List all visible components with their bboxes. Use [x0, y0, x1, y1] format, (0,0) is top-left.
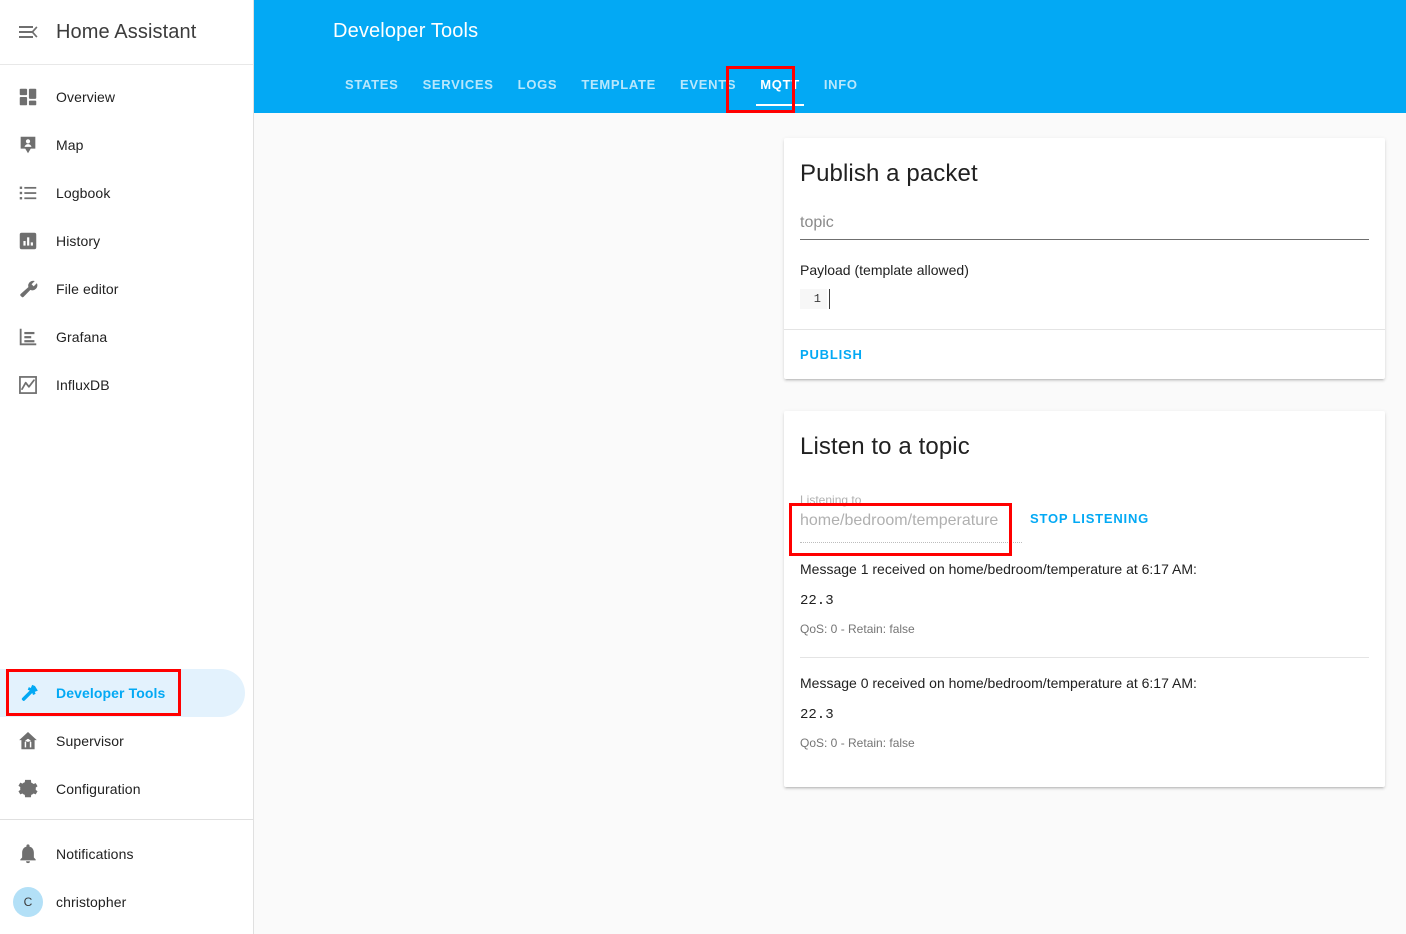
sidebar-nav: Overview Map Logbook History File editor… [0, 65, 253, 813]
app-toolbar: Developer Tools STATES SERVICES LOGS TEM… [254, 0, 1406, 113]
listen-card-title: Listen to a topic [800, 433, 970, 460]
avatar: C [0, 887, 56, 917]
listening-to-label: Listening to [800, 493, 862, 507]
topic-field [800, 214, 1369, 240]
sidebar-item-label: christopher [56, 894, 127, 910]
tab-logs[interactable]: LOGS [506, 64, 570, 106]
tab-bar: STATES SERVICES LOGS TEMPLATE EVENTS MQT… [254, 60, 1406, 106]
tab-states[interactable]: STATES [333, 64, 411, 106]
topic-input[interactable] [800, 214, 1369, 240]
sidebar-item-label: Configuration [56, 781, 141, 797]
tab-services[interactable]: SERVICES [411, 64, 506, 106]
sidebar-item-logbook[interactable]: Logbook [0, 169, 245, 217]
sidebar-item-configuration[interactable]: Configuration [0, 765, 245, 813]
listen-card-body: Listening to home/bedroom/temperature ST… [784, 491, 1385, 787]
sidebar-item-label: Notifications [56, 846, 134, 862]
message-payload: 22.3 [800, 707, 834, 723]
sidebar: Home Assistant Overview Map Logbook Hist… [0, 0, 254, 934]
message-item: Message 0 received on home/bedroom/tempe… [800, 657, 1369, 771]
payload-label: Payload (template allowed) [800, 262, 969, 278]
page-title: Developer Tools [333, 20, 479, 42]
sidebar-item-developer-tools[interactable]: Developer Tools [0, 669, 245, 717]
message-meta: QoS: 0 - Retain: false [800, 622, 915, 636]
cog-icon [0, 778, 56, 800]
wrench-icon [0, 278, 56, 300]
publish-button[interactable]: PUBLISH [792, 338, 871, 371]
stop-listening-button[interactable]: STOP LISTENING [1022, 511, 1149, 543]
sidebar-item-label: File editor [56, 281, 119, 297]
message-meta: QoS: 0 - Retain: false [800, 736, 915, 750]
map-marker-account-icon [0, 134, 56, 156]
sidebar-item-history[interactable]: History [0, 217, 245, 265]
message-item: Message 1 received on home/bedroom/tempe… [800, 561, 1369, 657]
chart-line-icon [0, 374, 56, 396]
message-list: Message 1 received on home/bedroom/tempe… [800, 561, 1369, 771]
app-title: Home Assistant [56, 20, 197, 43]
sidebar-item-map[interactable]: Map [0, 121, 245, 169]
listen-controls-row: Listening to home/bedroom/temperature ST… [800, 491, 1369, 543]
message-payload: 22.3 [800, 593, 834, 609]
sidebar-item-label: History [56, 233, 101, 249]
tab-events[interactable]: EVENTS [668, 64, 748, 106]
text-cursor [829, 289, 830, 309]
sidebar-item-file-editor[interactable]: File editor [0, 265, 245, 313]
listening-to-value: home/bedroom/temperature [800, 512, 999, 529]
listening-to-underline [800, 542, 1022, 543]
sidebar-item-influxdb[interactable]: InfluxDB [0, 361, 245, 409]
sidebar-item-label: Developer Tools [56, 685, 166, 701]
publish-card-title: Publish a packet [800, 160, 978, 187]
hammer-icon [0, 682, 56, 704]
chart-box-icon [0, 230, 56, 252]
payload-code-editor[interactable]: 1 [800, 289, 1369, 313]
sidebar-item-notifications[interactable]: Notifications [0, 830, 245, 878]
main-area: Developer Tools STATES SERVICES LOGS TEM… [254, 0, 1406, 934]
message-header: Message 1 received on home/bedroom/tempe… [800, 561, 1197, 577]
code-line-number: 1 [800, 289, 827, 309]
sidebar-item-supervisor[interactable]: Supervisor [0, 717, 245, 765]
format-list-bulleted-icon [0, 182, 56, 204]
sidebar-item-label: Grafana [56, 329, 108, 345]
publish-packet-card: Publish a packet Payload (template allow… [784, 138, 1385, 379]
listen-topic-card: Listen to a topic Listening to home/bedr… [784, 411, 1385, 787]
view-dashboard-icon [0, 86, 56, 108]
content-area: Publish a packet Payload (template allow… [254, 113, 1406, 934]
message-header: Message 0 received on home/bedroom/tempe… [800, 675, 1197, 691]
sidebar-item-label: Map [56, 137, 84, 153]
tab-info[interactable]: INFO [812, 64, 870, 106]
tab-template[interactable]: TEMPLATE [569, 64, 668, 106]
sidebar-item-user[interactable]: C christopher [0, 878, 245, 926]
sidebar-item-label: Logbook [56, 185, 111, 201]
home-assistant-house-icon [0, 730, 56, 752]
app-root: Home Assistant Overview Map Logbook Hist… [0, 0, 1406, 934]
sidebar-bottom: Notifications C christopher [0, 820, 253, 934]
menu-open-icon[interactable] [0, 0, 56, 65]
avatar-initial: C [13, 887, 43, 917]
tab-mqtt[interactable]: MQTT [748, 64, 812, 106]
sidebar-item-label: Supervisor [56, 733, 124, 749]
sidebar-item-label: Overview [56, 89, 116, 105]
sidebar-header: Home Assistant [0, 0, 253, 65]
sidebar-item-label: InfluxDB [56, 377, 110, 393]
bell-icon [0, 843, 56, 865]
sidebar-item-overview[interactable]: Overview [0, 73, 245, 121]
listening-to-field[interactable]: Listening to home/bedroom/temperature [800, 491, 1022, 543]
chart-bar-outline-icon [0, 326, 56, 348]
sidebar-item-grafana[interactable]: Grafana [0, 313, 245, 361]
publish-card-body: Payload (template allowed) 1 [784, 214, 1385, 329]
publish-card-actions: PUBLISH [784, 329, 1385, 379]
